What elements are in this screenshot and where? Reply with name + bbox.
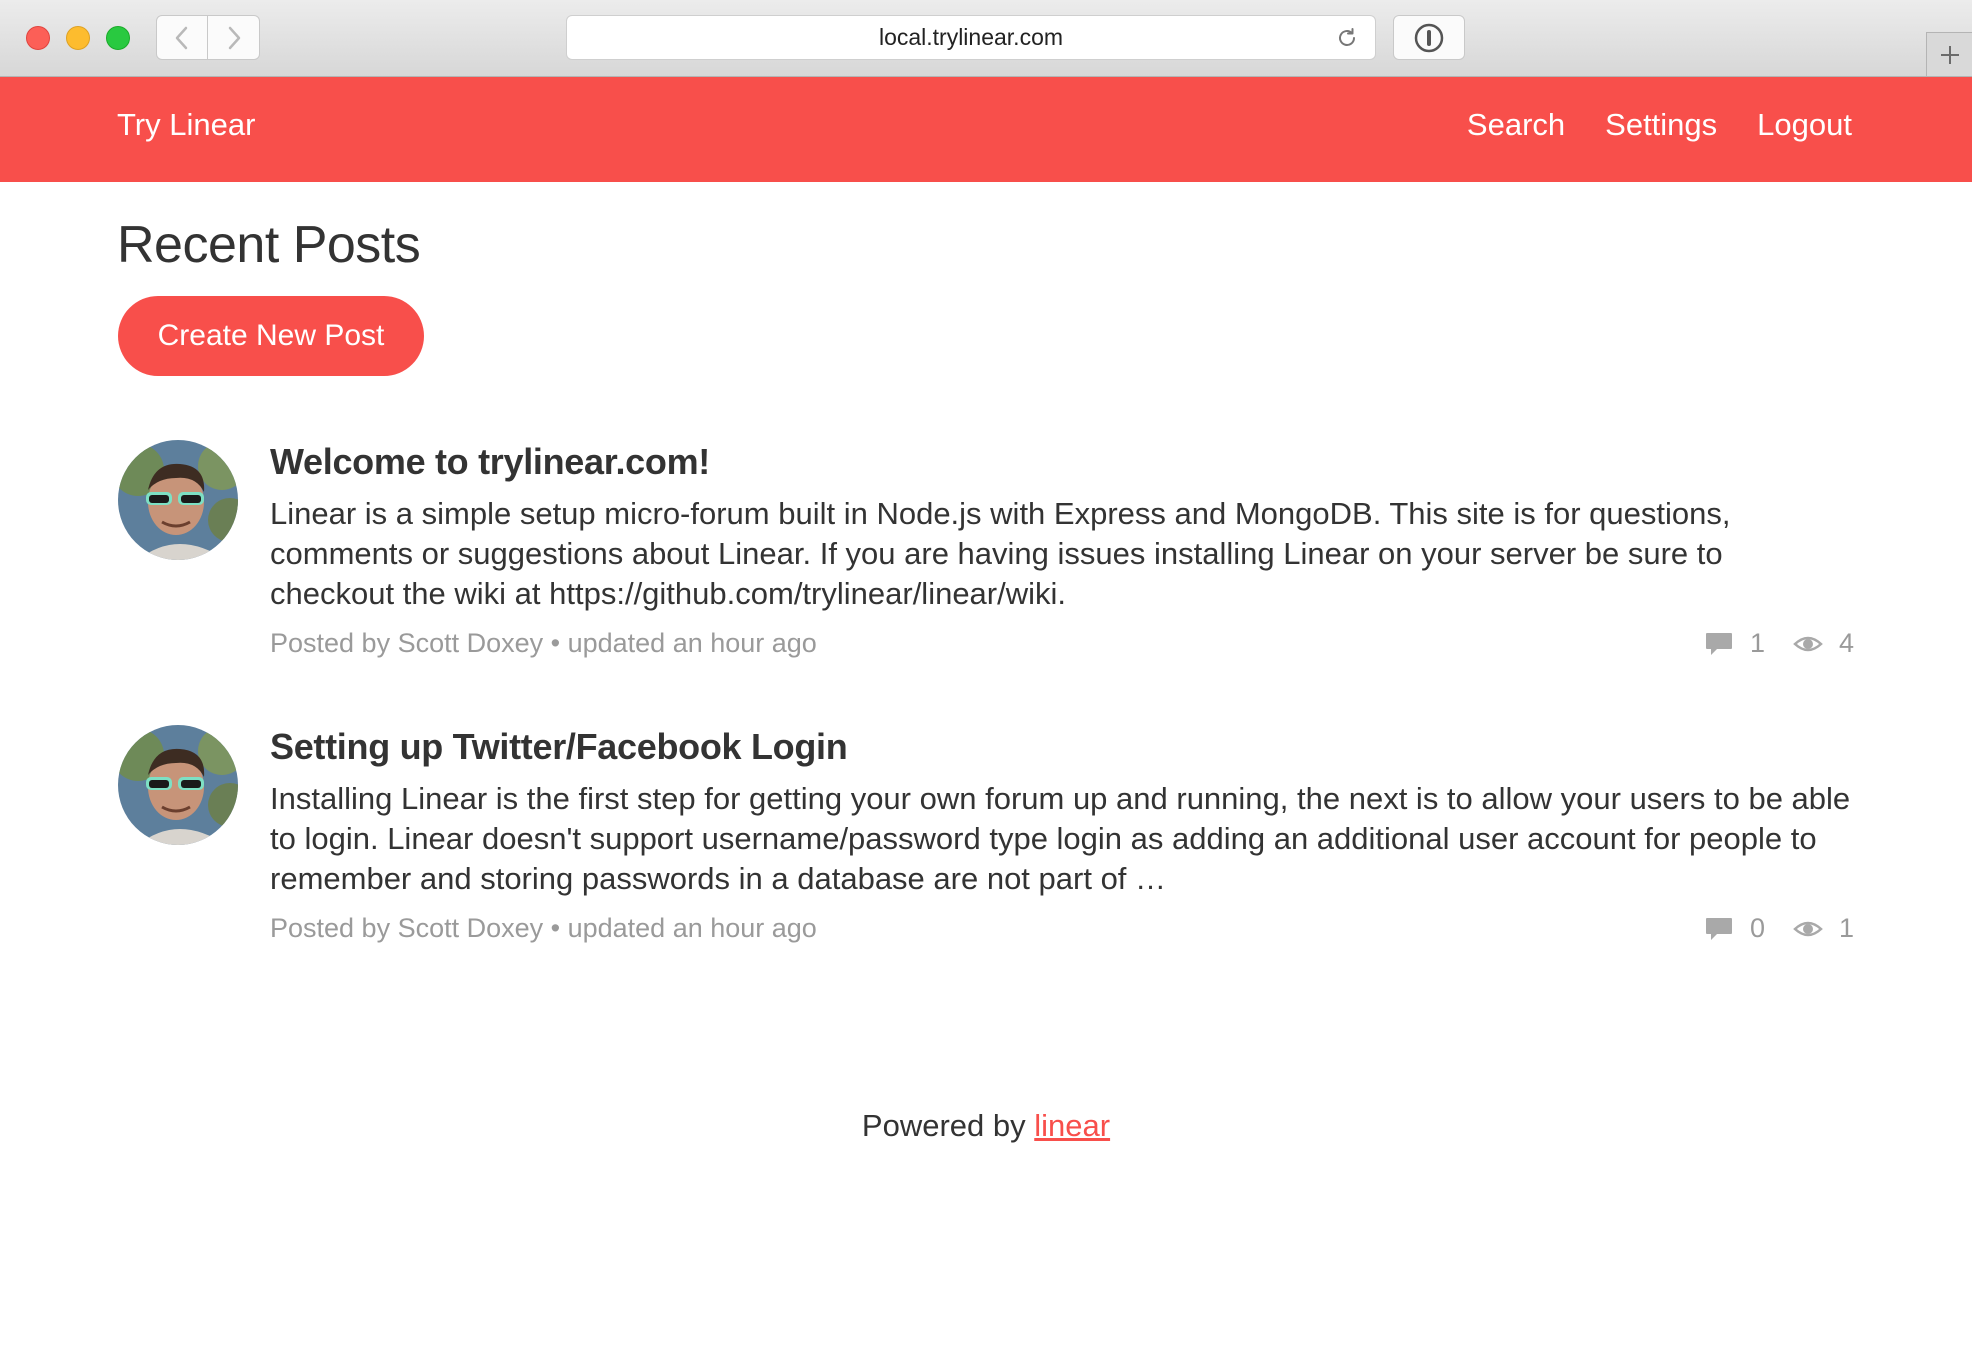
brand-link[interactable]: Try Linear	[117, 107, 255, 143]
avatar	[118, 440, 238, 560]
post-body: Setting up Twitter/Facebook Login Instal…	[270, 725, 1854, 951]
footer-linear-link[interactable]: linear	[1034, 1108, 1110, 1143]
address-url: local.trylinear.com	[878, 24, 1064, 50]
view-count: 4	[1838, 628, 1854, 658]
post-excerpt: Installing Linear is the first step for …	[270, 781, 1851, 896]
browser-forward-button[interactable]	[208, 15, 260, 60]
nav-search-link[interactable]: Search	[1467, 107, 1565, 143]
speech-bubble-icon	[1705, 917, 1732, 940]
chevron-left-icon	[175, 26, 188, 49]
post-body: Welcome to trylinear.com! Linear is a si…	[270, 440, 1854, 666]
post-title-link[interactable]: Setting up Twitter/Facebook Login	[270, 725, 1854, 769]
address-bar[interactable]: local.trylinear.com	[566, 15, 1376, 60]
password-manager-button[interactable]	[1393, 15, 1465, 60]
nav-logout-link[interactable]: Logout	[1757, 107, 1852, 143]
new-tab-button[interactable]	[1926, 32, 1972, 76]
window-minimize-button[interactable]	[66, 26, 90, 50]
post-stats: 1 4	[1704, 628, 1854, 659]
avatar-image	[118, 440, 238, 560]
window-zoom-button[interactable]	[106, 26, 130, 50]
post-stats: 0 1	[1704, 913, 1854, 944]
create-new-post-button[interactable]: Create New Post	[118, 296, 424, 376]
eye-icon	[1793, 636, 1823, 651]
browser-back-button[interactable]	[156, 15, 208, 60]
post-excerpt: Linear is a simple setup micro-forum bui…	[270, 496, 1731, 611]
keyhole-icon	[1414, 23, 1444, 52]
comment-count: 0	[1749, 913, 1765, 943]
post-meta: Posted by Scott Doxey • updated an hour …	[270, 913, 1854, 951]
footer-powered-by: Powered by	[861, 1108, 1035, 1143]
footer: Powered by linear	[0, 1108, 1972, 1144]
page-title: Recent Posts	[117, 216, 421, 274]
site-navbar: Try Linear Search Settings Logout	[0, 77, 1972, 182]
reload-icon[interactable]	[1335, 26, 1359, 50]
speech-bubble-icon	[1705, 632, 1732, 655]
avatar-image	[118, 725, 238, 845]
comment-count: 1	[1749, 628, 1765, 658]
browser-toolbar: local.trylinear.com	[0, 0, 1972, 77]
post-title-link[interactable]: Welcome to trylinear.com!	[270, 440, 1854, 484]
nav-links: Search Settings Logout	[1427, 107, 1852, 143]
view-count: 1	[1838, 913, 1854, 943]
post-author-timestamp: Posted by Scott Doxey • updated an hour …	[270, 913, 817, 943]
eye-icon	[1793, 921, 1823, 936]
post-meta: Posted by Scott Doxey • updated an hour …	[270, 628, 1854, 666]
window-close-button[interactable]	[26, 26, 50, 50]
avatar	[118, 725, 238, 845]
post-author-timestamp: Posted by Scott Doxey • updated an hour …	[270, 628, 817, 658]
chevron-right-icon	[228, 26, 240, 49]
plus-icon	[1940, 45, 1959, 64]
nav-settings-link[interactable]: Settings	[1605, 107, 1717, 143]
